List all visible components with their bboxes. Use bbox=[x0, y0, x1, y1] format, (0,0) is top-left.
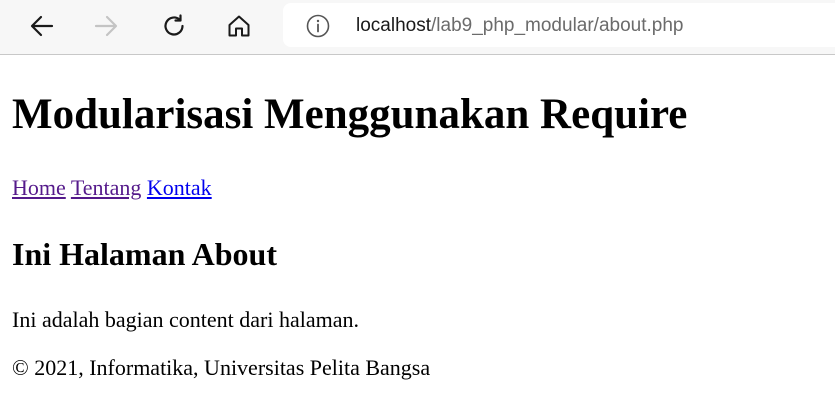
section-heading: Ini Halaman About bbox=[12, 236, 277, 272]
nav-link-tentang[interactable]: Tentang bbox=[71, 175, 142, 200]
nav-link-home[interactable]: Home bbox=[12, 175, 66, 200]
footer-text: © 2021, Informatika, Universitas Pelita … bbox=[12, 355, 431, 380]
reload-icon bbox=[161, 13, 187, 39]
home-button[interactable] bbox=[219, 8, 259, 44]
home-icon bbox=[226, 13, 252, 39]
nav-link-kontak[interactable]: Kontak bbox=[147, 175, 212, 200]
reload-button[interactable] bbox=[154, 8, 194, 44]
arrow-right-icon bbox=[93, 13, 119, 39]
browser-toolbar: localhost/lab9_php_modular/about.php bbox=[0, 0, 835, 55]
page-content: Modularisasi Menggunakan Require Home Te… bbox=[0, 56, 835, 400]
address-bar[interactable]: localhost/lab9_php_modular/about.php bbox=[283, 3, 835, 47]
page-title: Modularisasi Menggunakan Require bbox=[12, 91, 688, 138]
url-text[interactable]: localhost/lab9_php_modular/about.php bbox=[356, 14, 683, 38]
info-circle-icon[interactable] bbox=[306, 14, 330, 38]
forward-button[interactable] bbox=[86, 8, 126, 44]
back-button[interactable] bbox=[22, 8, 62, 44]
url-path: /lab9_php_modular/about.php bbox=[431, 15, 684, 36]
site-nav: Home Tentang Kontak bbox=[12, 175, 212, 201]
arrow-left-icon bbox=[29, 13, 55, 39]
content-text: Ini adalah bagian content dari halaman. bbox=[12, 307, 359, 332]
url-host: localhost bbox=[356, 15, 431, 36]
